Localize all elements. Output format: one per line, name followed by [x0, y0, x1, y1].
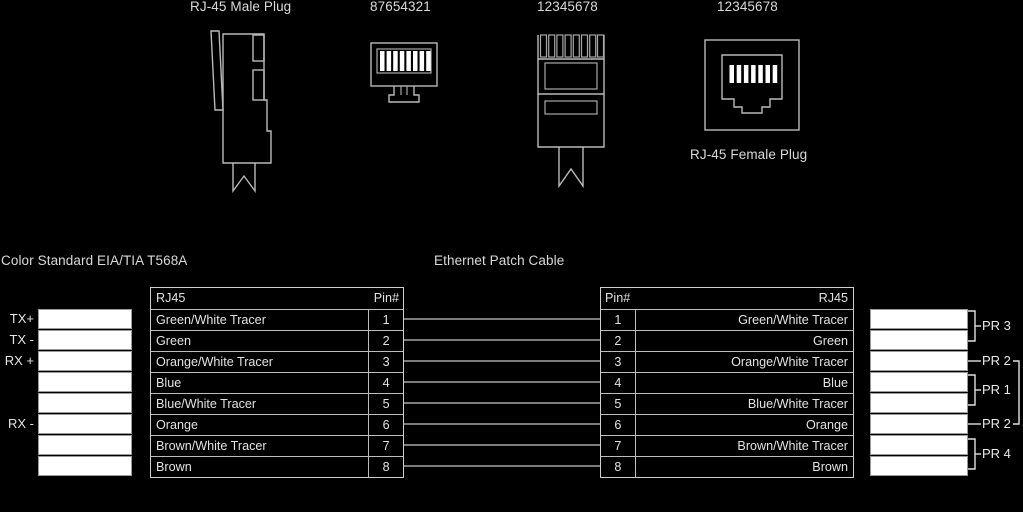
pair-brackets: [968, 310, 1020, 470]
diagram-canvas: RJ-45 Male Plug 87654321 12345678 123456…: [0, 0, 1023, 512]
